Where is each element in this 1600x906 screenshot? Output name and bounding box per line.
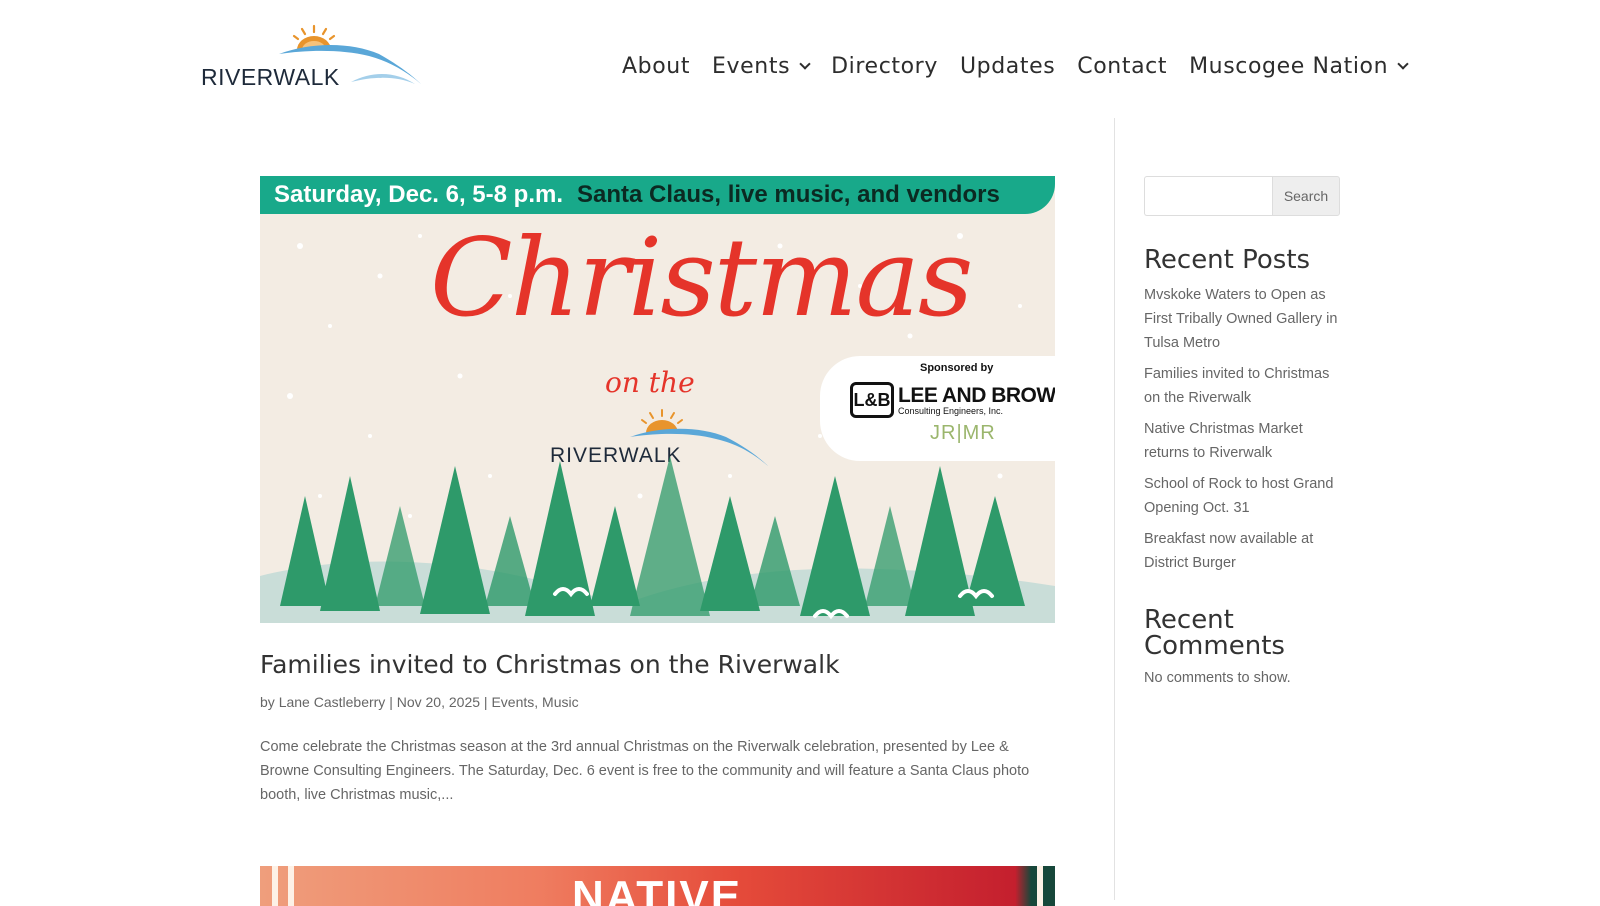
meta-comma: , xyxy=(534,694,539,710)
nav-item-directory[interactable]: Directory xyxy=(831,54,938,79)
post-excerpt: Come celebrate the Christmas season at t… xyxy=(260,739,1030,803)
nav-item-about[interactable]: About xyxy=(622,54,690,79)
sponsor-name: LEE AND BROWNE xyxy=(898,384,1055,407)
chevron-down-icon xyxy=(799,57,811,70)
nav-item-events[interactable]: Events xyxy=(712,53,811,79)
sponsor-label: Sponsored by xyxy=(920,362,994,374)
image-stripe xyxy=(272,866,278,906)
sidebar-divider xyxy=(1114,118,1115,900)
recent-post-link[interactable]: Families invited to Christmas on the Riv… xyxy=(1144,362,1341,410)
image-subtitle: on the xyxy=(605,366,695,399)
no-comments-text: No comments to show. xyxy=(1144,670,1291,686)
image-stripe xyxy=(288,866,294,906)
chevron-down-icon xyxy=(1397,57,1409,70)
post-title[interactable]: Families invited to Christmas on the Riv… xyxy=(260,650,1055,679)
recent-post-link[interactable]: Mvskoke Waters to Open as First Tribally… xyxy=(1144,283,1341,355)
sponsor-logo-mark: L&B xyxy=(850,382,894,418)
recent-posts-heading: Recent Posts xyxy=(1144,245,1311,275)
nav-item-muscogee-nation[interactable]: Muscogee Nation xyxy=(1189,53,1409,79)
nav-item-label: Events xyxy=(712,53,791,79)
next-post-image-text: NATIVE xyxy=(572,872,743,906)
nav-item-updates[interactable]: Updates xyxy=(960,54,1055,79)
logo-text: RIVERWALK xyxy=(201,64,340,90)
sponsor-panel: Sponsored by L&B LEE AND BROWNE Consulti… xyxy=(820,356,1055,461)
nav-item-label: Contact xyxy=(1077,53,1168,79)
next-post-image[interactable]: NATIVE xyxy=(260,866,1055,906)
category-link-events[interactable]: Events xyxy=(491,694,534,710)
recent-post-link[interactable]: Breakfast now available at District Burg… xyxy=(1144,527,1341,575)
author-link[interactable]: Lane Castleberry xyxy=(279,694,386,710)
featured-post: Saturday, Dec. 6, 5-8 p.m. Santa Claus, … xyxy=(260,176,1055,807)
post-date: Nov 20, 2025 xyxy=(396,694,481,710)
nav-item-label: About xyxy=(622,53,691,79)
meta-by: by xyxy=(260,694,275,710)
featured-post-image[interactable]: Saturday, Dec. 6, 5-8 p.m. Santa Claus, … xyxy=(260,176,1055,623)
sidebar: Search Recent Posts Mvskoke Waters to Op… xyxy=(1144,176,1341,686)
search-form: Search xyxy=(1144,176,1340,216)
recent-post-link[interactable]: School of Rock to host Grand Opening Oct… xyxy=(1144,472,1341,520)
sponsor-two: JR|MR xyxy=(930,422,996,444)
nav-item-label: Updates xyxy=(959,53,1056,79)
image-title: Christmas xyxy=(430,216,973,341)
site-logo[interactable]: RIVERWALK xyxy=(201,24,431,96)
meta-separator: | xyxy=(483,694,488,710)
nav-item-label: Muscogee Nation xyxy=(1189,53,1389,79)
tree-illustration xyxy=(260,456,1055,623)
image-stripe xyxy=(1037,866,1043,906)
nav-item-contact[interactable]: Contact xyxy=(1077,54,1167,79)
main-nav: About Events Directory Updates Contact M… xyxy=(622,46,1409,86)
sponsor-subtitle: Consulting Engineers, Inc. xyxy=(898,406,1004,416)
site-header: RIVERWALK About Events Directory Updates… xyxy=(0,0,1600,118)
category-link-music[interactable]: Music xyxy=(542,694,579,710)
search-input[interactable] xyxy=(1144,176,1272,216)
recent-post-link[interactable]: Native Christmas Market returns to River… xyxy=(1144,417,1341,465)
recent-comments-heading: Recent Comments xyxy=(1144,605,1285,661)
main-content: Saturday, Dec. 6, 5-8 p.m. Santa Claus, … xyxy=(260,176,1055,906)
nav-item-label: Directory xyxy=(831,53,938,79)
meta-separator: | xyxy=(389,694,393,710)
search-button[interactable]: Search xyxy=(1272,176,1340,216)
post-meta: by Lane Castleberry | Nov 20, 2025 | Eve… xyxy=(260,694,1055,710)
recent-posts-list: Mvskoke Waters to Open as First Tribally… xyxy=(1144,283,1341,575)
